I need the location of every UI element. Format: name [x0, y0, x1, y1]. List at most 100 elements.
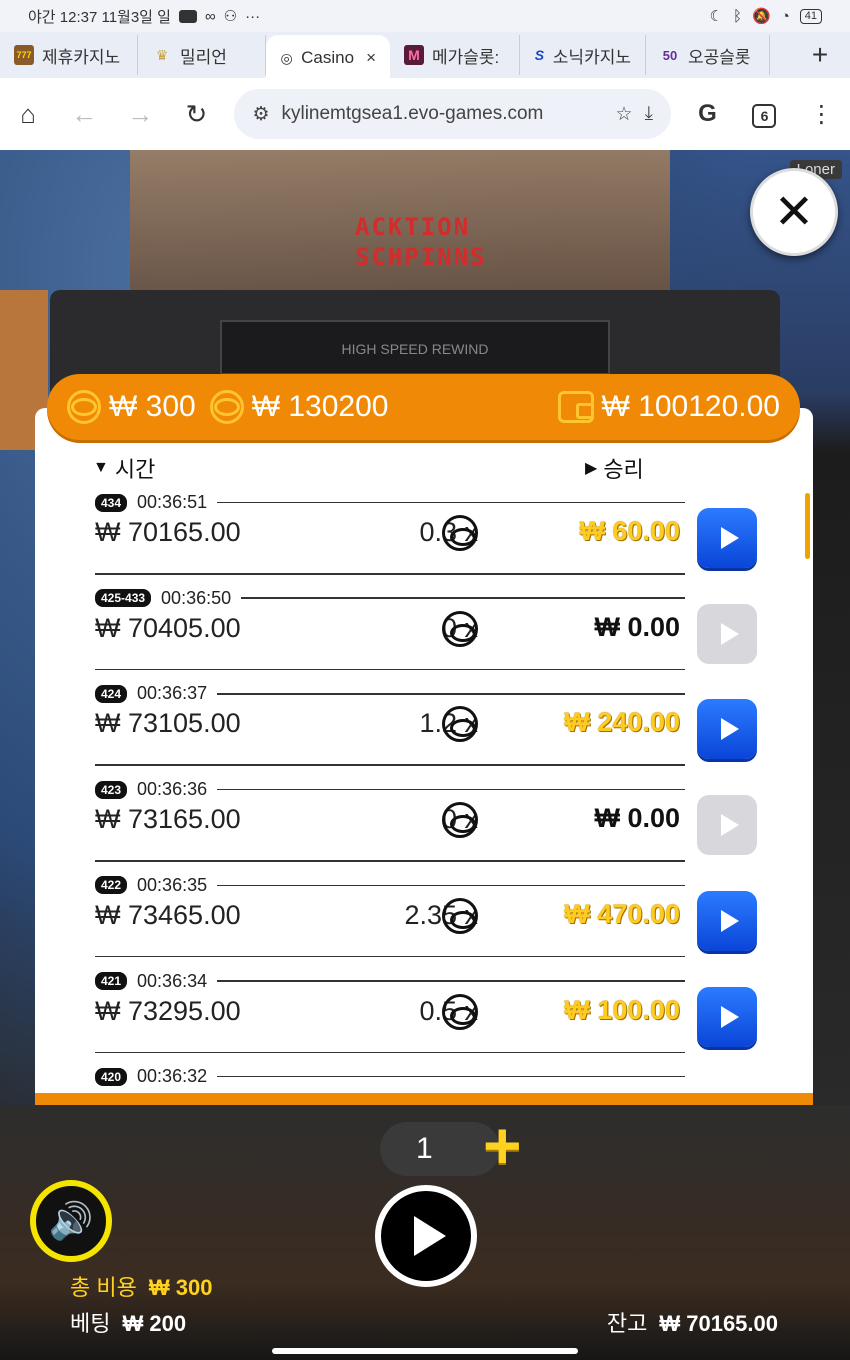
battery-icon: 41 [799, 8, 822, 24]
home-icon[interactable]: ⌂ [0, 99, 56, 130]
more-menu-icon[interactable]: ⋮ [793, 100, 850, 129]
url-text[interactable]: kylinemtgsea1.evo-games.com [281, 103, 603, 125]
header-balance: ₩ 100120.00 [601, 390, 780, 423]
replay-button[interactable] [697, 699, 757, 760]
translate-icon[interactable]: G [679, 100, 736, 128]
sound-toggle-button[interactable]: 🔊 [30, 1180, 112, 1262]
sort-time-header[interactable]: ▼ 시간 [93, 452, 155, 484]
url-bar: ⌂ ← → ↻ ⚙ kylinemtgsea1.evo-games.com ☆ … [0, 78, 850, 150]
coin-icon [442, 993, 478, 1030]
replay-button[interactable] [697, 890, 757, 951]
tab-0[interactable]: 777 제휴카지노 [0, 35, 138, 75]
spin-button[interactable] [375, 1185, 477, 1287]
round-win: ₩ 100.00 [564, 994, 680, 1025]
round-time: 00:36:32 [137, 1066, 208, 1087]
play-icon [720, 1005, 739, 1028]
replay-button[interactable] [697, 603, 757, 664]
tab-label: 메가슬롯: [432, 47, 500, 67]
round-bet: ₩ 70405.00 [95, 612, 241, 643]
round-badge: 421 [95, 972, 128, 990]
history-row: 421 00:36:34 ₩ 73295.00 0.5 x ₩ 100.00 [35, 964, 813, 1060]
round-win: ₩ 240.00 [564, 707, 680, 738]
round-bet: ₩ 73105.00 [95, 708, 241, 739]
coin-icon [442, 802, 478, 839]
sort-win-header[interactable]: ▶ 승리 [585, 452, 644, 484]
fifty-logo-icon: 50 [662, 47, 678, 63]
tab-2[interactable]: ◎ Casino × [266, 35, 390, 81]
header-total-win: ₩ 130200 [251, 390, 389, 423]
replay-button[interactable] [697, 795, 757, 856]
round-badge: 420 [95, 1067, 128, 1086]
round-bet: ₩ 70165.00 [95, 517, 241, 547]
history-row: 423 00:36:36 ₩ 73165.00 0 x ₩ 0.00 [35, 772, 813, 868]
more-dots-icon: ··· [245, 7, 261, 25]
tab-switcher-button[interactable]: 6 [736, 100, 793, 128]
reload-icon[interactable]: ↻ [168, 99, 224, 130]
replay-button[interactable] [697, 986, 757, 1047]
tab-strip: 777 제휴카지노 ♛ 밀리언 ◎ Casino × M 메가슬롯: S 소닉카… [0, 32, 850, 81]
history-row: 422 00:36:35 ₩ 73465.00 2.35 x ₩ 470.00 [35, 868, 813, 964]
tab-1[interactable]: ♛ 밀리언 [138, 35, 266, 75]
round-time: 00:36:37 [137, 683, 208, 704]
round-win: ₩ 0.00 [594, 611, 680, 642]
tab-4[interactable]: S 소닉카지노 [520, 35, 646, 75]
close-history-button[interactable]: ✕ [750, 168, 838, 256]
round-badge: 422 [95, 876, 128, 895]
bet-amount: 베팅 ₩ 200 [70, 1311, 187, 1336]
header-cost: ₩ 300 [109, 390, 196, 423]
round-badge: 425-433 [95, 589, 152, 608]
round-time: 00:36:51 [137, 492, 208, 512]
close-icon: ✕ [773, 186, 815, 239]
round-time: 00:36:50 [161, 587, 232, 608]
coin-icon [442, 515, 478, 551]
round-badge: 434 [95, 493, 128, 512]
new-tab-button[interactable]: + [790, 39, 850, 71]
forward-arrow-icon[interactable]: → [112, 99, 168, 130]
bluetooth-icon: ᛒ [732, 7, 742, 25]
sort-down-icon: ▼ [93, 459, 109, 476]
tab-5[interactable]: 50 오공슬롯 [646, 35, 770, 75]
tab-label: 오공슬롯 [688, 47, 751, 67]
slot-777-icon: 777 [14, 45, 34, 65]
round-win: ₩ 60.00 [579, 516, 680, 546]
play-icon [720, 909, 739, 932]
crown-icon: ♛ [155, 46, 169, 63]
play-icon [720, 814, 739, 837]
round-win: ₩ 0.00 [594, 803, 680, 834]
round-bet: ₩ 73465.00 [95, 899, 241, 930]
history-row: 425-433 00:36:50 ₩ 70405.00 0 x ₩ 0.00 [35, 581, 813, 677]
status-time: 야간 12:37 11월3일 일 [28, 8, 171, 26]
replay-button[interactable] [697, 508, 757, 568]
coin-icon [442, 897, 478, 934]
infinity-icon: ∞ [204, 7, 216, 25]
globe-icon: ◎ [280, 49, 293, 66]
vcr-slot: HIGH SPEED REWIND [220, 320, 610, 375]
play-icon [414, 1216, 446, 1256]
download-icon[interactable]: ⤓ [645, 103, 653, 125]
round-badge: 424 [95, 684, 128, 703]
tab-label: 소닉카지노 [552, 47, 631, 67]
back-arrow-icon[interactable]: ← [56, 99, 112, 130]
youtube-icon [178, 9, 197, 23]
tab-label: 밀리언 [180, 47, 227, 67]
site-settings-icon[interactable]: ⚙ [252, 103, 269, 126]
tab-label: Casino [301, 48, 355, 67]
scrollbar-thumb[interactable] [805, 493, 810, 559]
round-time: 00:36:36 [137, 779, 208, 800]
add-spins-button[interactable]: + [483, 1112, 522, 1178]
history-row: 434 00:36:51 ₩ 70165.00 0.3 x ₩ 60.00 [35, 485, 813, 581]
round-bet: ₩ 73165.00 [95, 804, 241, 835]
address-bar[interactable]: ⚙ kylinemtgsea1.evo-games.com ☆ ⤓ [234, 89, 671, 139]
play-icon [720, 622, 739, 645]
history-row: 424 00:36:37 ₩ 73105.00 1.2 x ₩ 240.00 [35, 676, 813, 772]
status-bar: 야간 12:37 11월3일 일 ∞ ⚇ ··· ☾ ᛒ 🔕 ◔ 41 [0, 0, 850, 32]
round-badge: 423 [95, 780, 128, 799]
star-icon[interactable]: ☆ [616, 103, 633, 126]
gesture-home-indicator[interactable] [272, 1348, 578, 1354]
game-canvas: ACKTION SCHPINNS HIGH SPEED REWIND Loner… [0, 150, 850, 1360]
speaker-icon: 🔊 [48, 1200, 94, 1241]
tab-3[interactable]: M 메가슬롯: [390, 35, 520, 75]
coin-stack-icon [209, 390, 244, 424]
close-tab-icon[interactable]: × [366, 48, 376, 68]
tab-label: 제휴카지노 [42, 47, 121, 67]
